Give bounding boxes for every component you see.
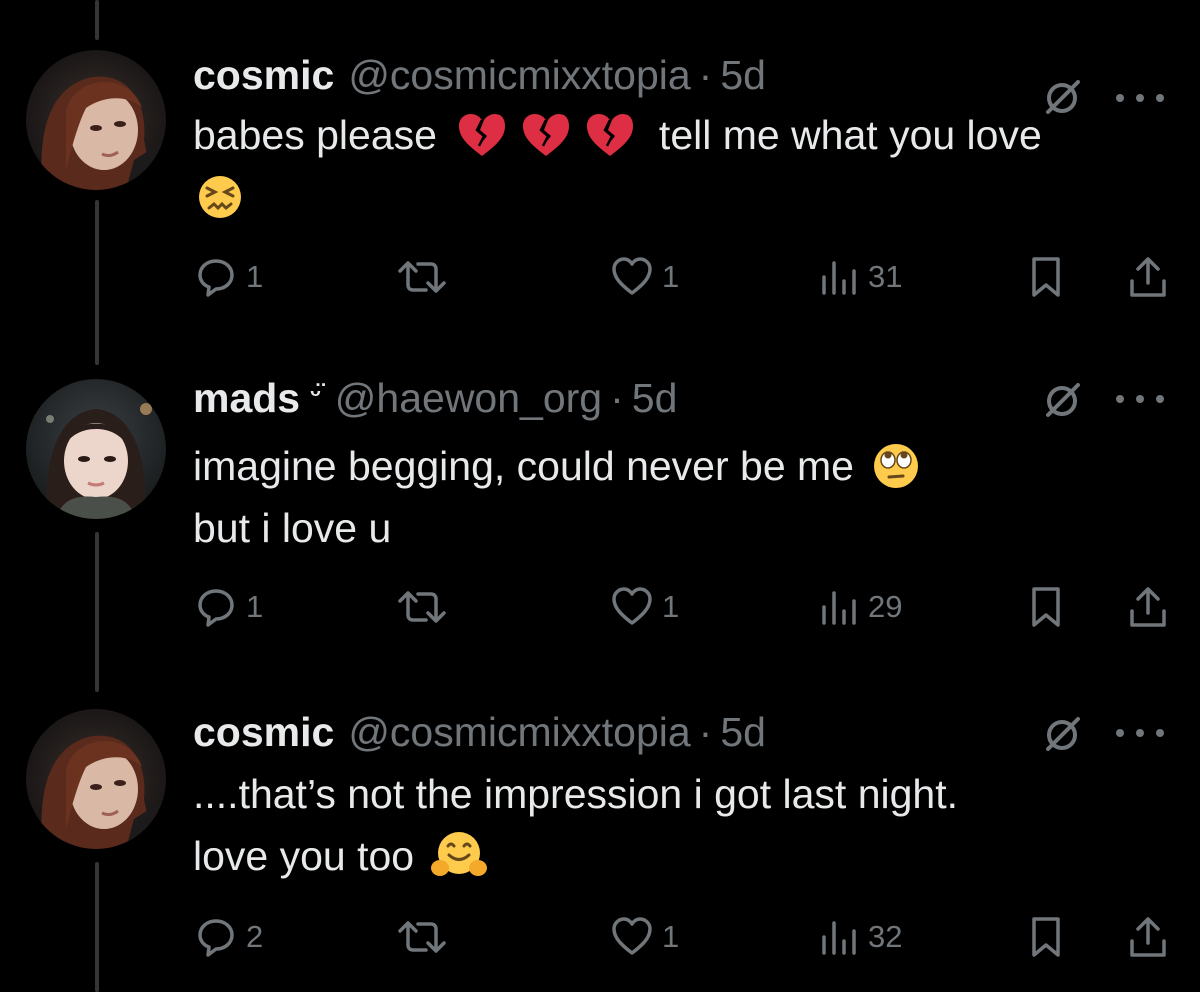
text-line — [193, 166, 1173, 228]
text-line: babes please tell me what you love — [193, 104, 1173, 166]
bookmark-icon — [1032, 587, 1060, 627]
text-segment: imagine begging, could never be me — [193, 443, 854, 489]
bookmark-button[interactable] — [1028, 912, 1064, 962]
timestamp[interactable]: 5d — [632, 373, 678, 423]
reply-count: 2 — [246, 919, 264, 954]
reply-button[interactable]: 1 — [194, 252, 263, 302]
repost-button[interactable] — [394, 582, 450, 632]
repost-button[interactable] — [394, 252, 450, 302]
views-icon — [822, 591, 856, 625]
grok-icon[interactable] — [1042, 381, 1082, 421]
hugging-face-icon — [430, 830, 488, 882]
share-icon — [1130, 587, 1166, 627]
bookmark-button[interactable] — [1028, 582, 1064, 632]
avatar[interactable] — [26, 50, 166, 190]
heart-icon — [612, 917, 652, 955]
like-count: 1 — [662, 259, 680, 294]
text-segment: but i love u — [193, 505, 392, 551]
like-button[interactable]: 1 — [610, 252, 679, 302]
views-button[interactable]: 31 — [820, 252, 902, 302]
timestamp[interactable]: 5d — [720, 50, 766, 100]
like-button[interactable]: 1 — [610, 912, 679, 962]
bookmark-icon — [1032, 257, 1060, 297]
user-handle[interactable]: @haewon_org — [335, 373, 602, 423]
text-segment: babes please — [193, 112, 437, 158]
heart-icon — [612, 587, 652, 625]
views-count: 29 — [868, 589, 903, 624]
reply-icon — [198, 919, 234, 957]
text-segment: love you too — [193, 833, 415, 879]
more-options-icon[interactable] — [1112, 389, 1168, 409]
more-options-icon[interactable] — [1112, 723, 1168, 743]
share-button[interactable] — [1126, 582, 1170, 632]
share-icon — [1130, 917, 1166, 957]
repost-icon — [398, 921, 446, 953]
reply-count: 1 — [246, 259, 264, 294]
views-count: 32 — [868, 919, 903, 954]
tweet-text: imagine begging, could never be me but i… — [193, 435, 1173, 559]
broken-heart-icon — [457, 112, 507, 158]
repost-icon — [398, 261, 446, 293]
user-handle[interactable]: @cosmicmixxtopia — [348, 50, 690, 100]
repost-button[interactable] — [394, 912, 450, 962]
like-count: 1 — [662, 919, 680, 954]
eye-roll-face-icon — [872, 442, 920, 490]
broken-heart-icon — [585, 112, 635, 158]
reply-button[interactable]: 2 — [194, 912, 263, 962]
separator-dot: · — [610, 375, 624, 421]
heart-icon — [612, 257, 652, 295]
views-count: 31 — [868, 259, 903, 294]
text-line: but i love u — [193, 497, 1173, 559]
views-icon — [822, 921, 856, 955]
tweet-header: mads ᵕ̈ @haewon_org · 5d — [193, 373, 677, 423]
thread-line — [95, 0, 99, 40]
like-count: 1 — [662, 589, 680, 624]
repost-icon — [398, 591, 446, 623]
tweet-text: ....that’s not the impression i got last… — [193, 763, 1173, 887]
broken-heart-icon — [521, 112, 571, 158]
user-handle[interactable]: @cosmicmixxtopia — [348, 707, 690, 757]
reply-button[interactable]: 1 — [194, 582, 263, 632]
share-button[interactable] — [1126, 912, 1170, 962]
display-name[interactable]: cosmic — [193, 707, 334, 757]
views-button[interactable]: 32 — [820, 912, 902, 962]
action-bar: 1 1 29 — [0, 582, 1200, 632]
name-emoticon: ᵕ̈ — [310, 378, 321, 408]
reply-icon — [198, 259, 234, 297]
avatar[interactable] — [26, 379, 166, 519]
views-button[interactable]: 29 — [820, 582, 902, 632]
text-line: love you too — [193, 825, 1173, 887]
avatar[interactable] — [26, 709, 166, 849]
share-icon — [1130, 257, 1166, 297]
action-bar: 2 1 32 — [0, 912, 1200, 962]
tweet-header: cosmic @cosmicmixxtopia · 5d — [193, 707, 766, 757]
separator-dot: · — [698, 52, 713, 98]
bookmark-icon — [1032, 917, 1060, 957]
separator-dot: · — [698, 709, 713, 755]
bookmark-button[interactable] — [1028, 252, 1064, 302]
confounded-face-icon — [197, 174, 243, 220]
reply-count: 1 — [246, 589, 264, 624]
tweet-header: cosmic @cosmicmixxtopia · 5d — [193, 50, 766, 100]
share-button[interactable] — [1126, 252, 1170, 302]
action-bar: 1 1 31 — [0, 252, 1200, 302]
text-line: ....that’s not the impression i got last… — [193, 763, 1173, 825]
timestamp[interactable]: 5d — [720, 707, 766, 757]
text-segment: tell me what you love — [658, 112, 1042, 158]
reply-icon — [198, 589, 234, 627]
text-segment: ....that’s not the impression i got last… — [193, 771, 958, 817]
tweet-text: babes please tell me what you love — [193, 104, 1173, 228]
grok-icon[interactable] — [1042, 715, 1082, 755]
like-button[interactable]: 1 — [610, 582, 679, 632]
text-line: imagine begging, could never be me — [193, 435, 1173, 497]
views-icon — [822, 261, 856, 295]
display-name[interactable]: mads — [193, 373, 300, 423]
display-name[interactable]: cosmic — [193, 50, 334, 100]
